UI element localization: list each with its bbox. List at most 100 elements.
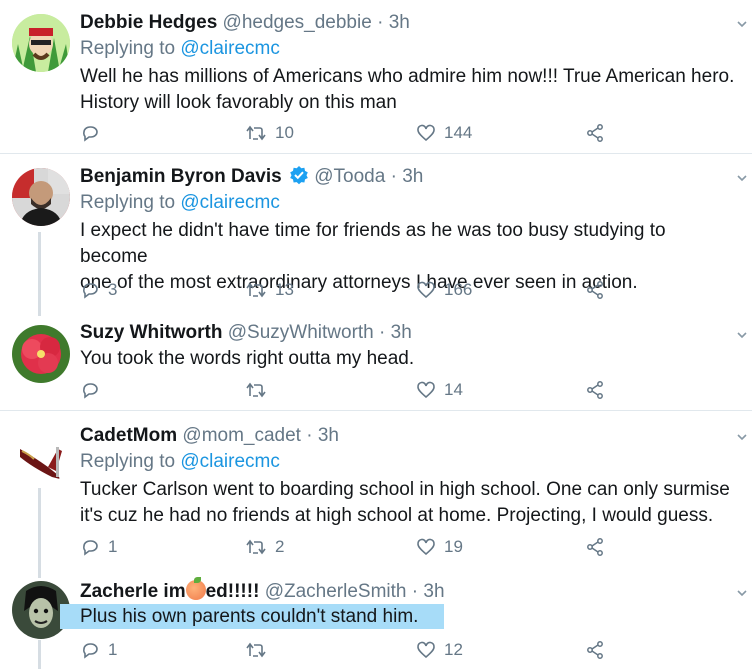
replying-to: Replying to @clairecmc (80, 190, 738, 215)
tweet-text-line: Tucker Carlson went to boarding school i… (80, 479, 730, 500)
like-icon (417, 381, 435, 399)
display-name[interactable]: Suzy Whitworth (80, 322, 222, 343)
reply-button[interactable] (80, 378, 108, 402)
replying-to: Replying to @clairecmc (80, 449, 738, 474)
tweet[interactable]: Debbie Hedges @hedges_debbie · 3h Replyi… (0, 0, 752, 153)
separator-dot: · (377, 12, 384, 33)
retweet-button[interactable] (245, 378, 275, 402)
separator-dot: · (306, 425, 313, 446)
reply-icon (83, 643, 98, 659)
tweet-text-line: it's cuz he had no friends at high schoo… (80, 505, 714, 526)
like-button[interactable]: 14 (416, 378, 463, 402)
reply-count: 1 (108, 537, 118, 556)
display-name-part: ed!!!!! (205, 581, 260, 602)
reply-icon (83, 126, 98, 142)
like-icon (417, 124, 435, 142)
chevron-down-icon[interactable] (736, 172, 748, 184)
retweet-count: 13 (275, 280, 294, 299)
display-name[interactable]: CadetMom (80, 425, 177, 446)
retweet-count: 2 (275, 537, 285, 556)
reply-button[interactable]: 1 (80, 638, 117, 662)
tweet[interactable]: Benjamin Byron Davis @Tooda · 3h Replyin… (0, 154, 752, 310)
verified-badge-icon (290, 166, 308, 185)
separator-dot: · (390, 166, 397, 187)
tweet[interactable]: Suzy Whitworth @SuzyWhitworth · 3h You t… (0, 315, 752, 408)
share-icon (587, 538, 603, 556)
like-count: 12 (444, 640, 463, 659)
like-count: 19 (444, 537, 463, 556)
timestamp[interactable]: 3h (423, 581, 444, 602)
share-button[interactable] (585, 638, 613, 662)
share-button[interactable] (585, 535, 613, 559)
like-button[interactable]: 144 (416, 121, 472, 145)
replying-to-label: Replying to (80, 38, 176, 59)
like-icon (417, 281, 435, 299)
timestamp[interactable]: 3h (389, 12, 410, 33)
display-name[interactable]: Benjamin Byron Davis (80, 166, 282, 187)
like-button[interactable]: 166 (416, 278, 472, 302)
tweet-text-line: History will look favorably on this man (80, 92, 397, 113)
mention-link[interactable]: @clairecmc (180, 192, 280, 213)
like-button[interactable]: 12 (416, 638, 463, 662)
share-button[interactable] (585, 121, 613, 145)
tweet-header: Zacherle im ed!!!!! @ZacherleSmith · 3h (80, 577, 738, 604)
reply-count: 3 (108, 280, 118, 299)
display-name-part: Zacherle im (80, 581, 186, 602)
selected-text-highlight[interactable]: Plus his own parents couldn't stand him. (60, 604, 445, 629)
tweet-header: Debbie Hedges @hedges_debbie · 3h (80, 11, 738, 35)
separator-dot: · (411, 581, 419, 602)
share-button[interactable] (585, 378, 613, 402)
like-count: 166 (444, 280, 473, 299)
display-name[interactable]: Debbie Hedges (80, 12, 217, 33)
avatar[interactable] (12, 325, 70, 383)
reply-count: 1 (108, 640, 118, 659)
user-handle[interactable]: @ZacherleSmith (265, 581, 407, 602)
retweet-button[interactable]: 2 (245, 535, 284, 559)
peach-emoji-icon (185, 577, 206, 600)
retweet-button[interactable]: 13 (245, 278, 294, 302)
tweet-text: Well he has millions of Americans who ad… (80, 64, 738, 116)
chevron-down-icon[interactable] (736, 431, 748, 443)
avatar[interactable] (12, 427, 70, 485)
chevron-down-icon[interactable] (736, 329, 748, 341)
tweet[interactable]: CadetMom @mom_cadet · 3h Replying to @cl… (0, 411, 752, 571)
retweet-count: 10 (275, 123, 294, 142)
separator-dot: · (379, 322, 386, 343)
user-handle[interactable]: @SuzyWhitworth (228, 322, 374, 343)
chevron-down-icon[interactable] (736, 587, 748, 599)
retweet-icon (246, 642, 266, 658)
like-count: 14 (444, 380, 463, 399)
reply-icon (83, 540, 98, 556)
share-icon (587, 641, 603, 659)
user-handle[interactable]: @mom_cadet (182, 425, 301, 446)
display-name[interactable]: Zacherle im ed!!!!! (80, 577, 260, 602)
tweet-header: Suzy Whitworth @SuzyWhitworth · 3h (80, 321, 738, 345)
like-button[interactable]: 19 (416, 535, 463, 559)
tweet-header: CadetMom @mom_cadet · 3h (80, 424, 738, 448)
reply-button[interactable] (80, 121, 108, 145)
retweet-icon (246, 382, 266, 398)
timestamp[interactable]: 3h (402, 166, 423, 187)
tweet[interactable]: Zacherle im ed!!!!! @ZacherleSmith · 3h P… (0, 575, 752, 669)
reply-button[interactable]: 1 (80, 535, 117, 559)
timestamp[interactable]: 3h (391, 322, 412, 343)
chevron-down-icon[interactable] (736, 18, 748, 30)
reply-icon (83, 283, 98, 299)
share-icon (587, 281, 603, 299)
avatar[interactable] (12, 168, 70, 226)
retweet-icon (246, 125, 266, 141)
user-handle[interactable]: @Tooda (314, 166, 385, 187)
mention-link[interactable]: @clairecmc (180, 451, 280, 472)
retweet-button[interactable] (245, 638, 275, 662)
reply-button[interactable]: 3 (80, 278, 117, 302)
mention-link[interactable]: @clairecmc (180, 38, 280, 59)
share-button[interactable] (585, 278, 613, 302)
retweet-button[interactable]: 10 (245, 121, 294, 145)
tweet-text-line: Well he has millions of Americans who ad… (80, 66, 735, 87)
tweet-header: Benjamin Byron Davis @Tooda · 3h (80, 165, 738, 189)
share-icon (587, 124, 603, 142)
user-handle[interactable]: @hedges_debbie (223, 12, 372, 33)
replying-to-label: Replying to (80, 451, 176, 472)
timestamp[interactable]: 3h (318, 425, 339, 446)
avatar[interactable] (12, 14, 70, 72)
